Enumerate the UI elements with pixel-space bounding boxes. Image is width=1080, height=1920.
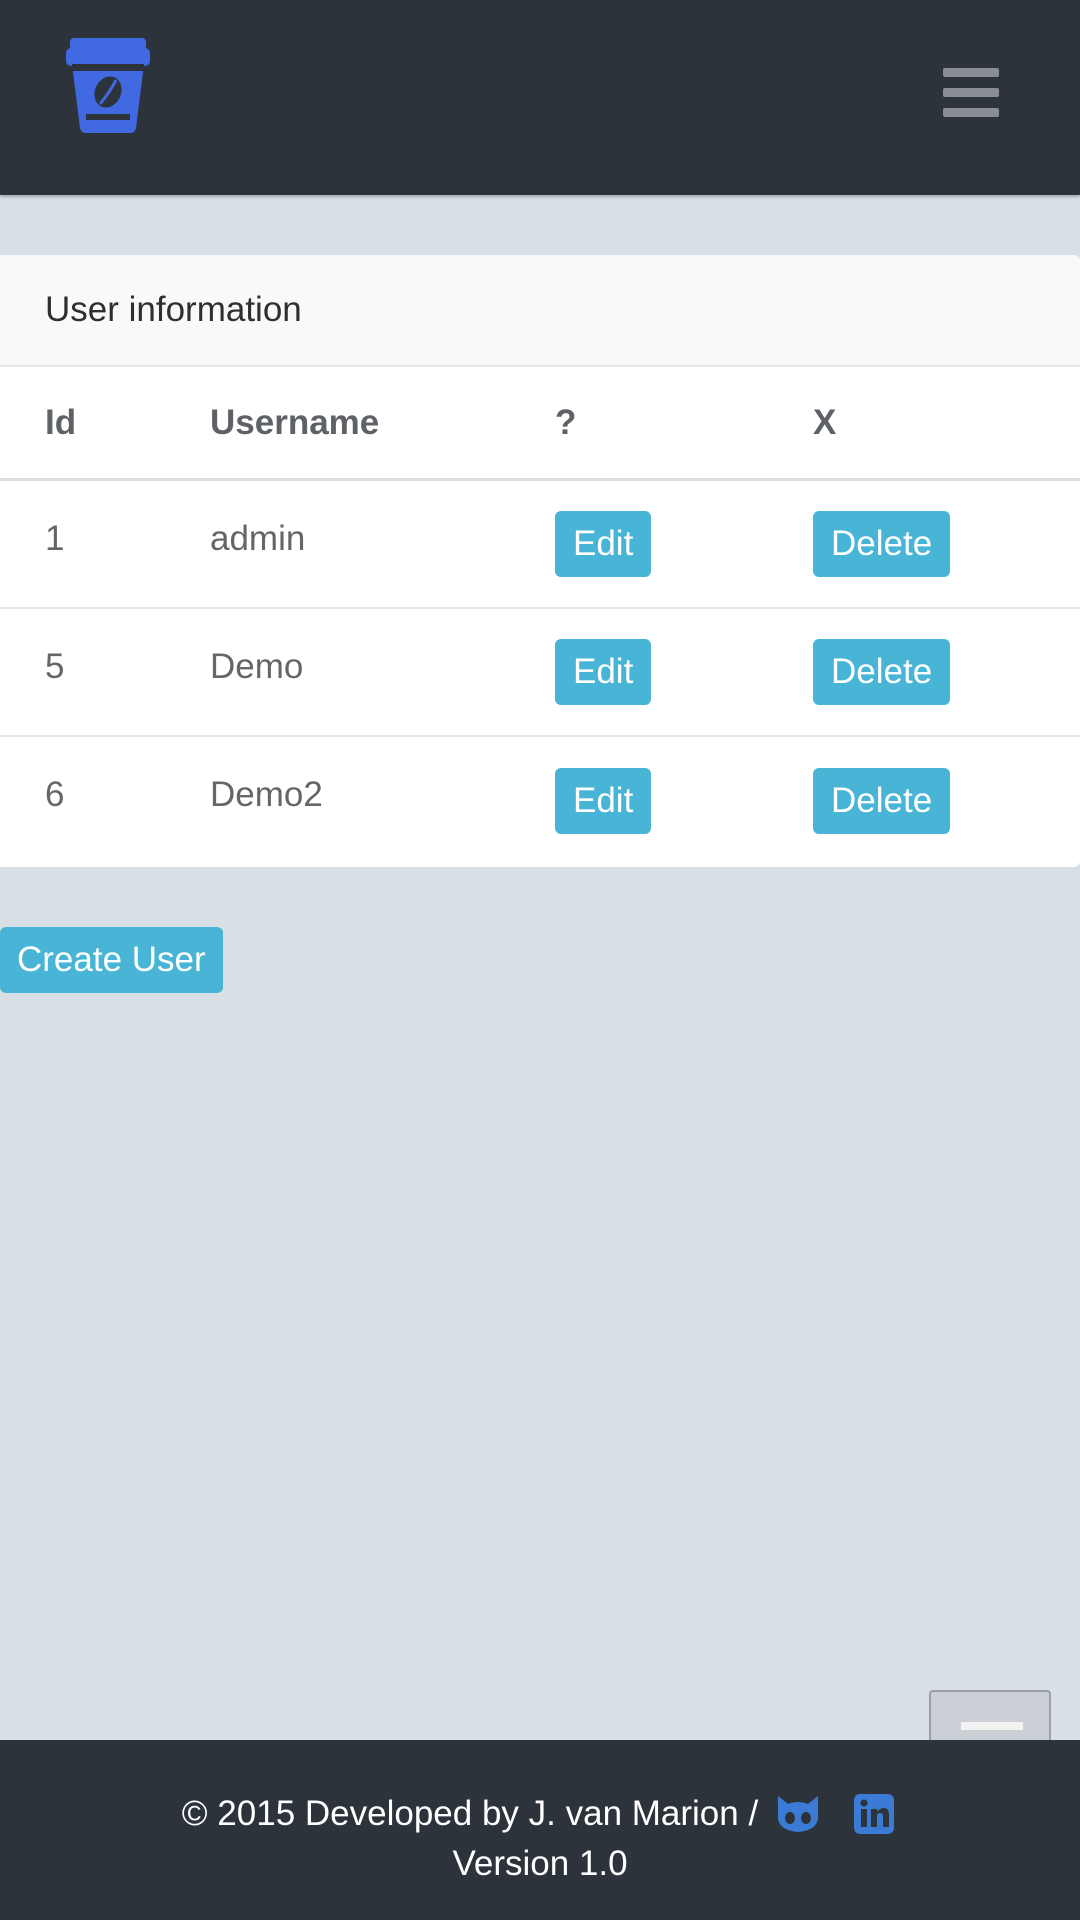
table-header-row: Id Username ? X bbox=[0, 367, 1080, 481]
edit-button[interactable]: Edit bbox=[555, 511, 652, 577]
top-navbar bbox=[0, 0, 1080, 195]
column-header-username: Username bbox=[210, 402, 380, 442]
table-row: 5 Demo Edit Delete bbox=[0, 609, 1080, 737]
linkedin-icon[interactable] bbox=[850, 1792, 898, 1836]
column-header-edit: ? bbox=[555, 402, 577, 442]
table-row: 1 admin Edit Delete bbox=[0, 481, 1080, 609]
row-id: 5 bbox=[45, 647, 65, 686]
github-octocat-icon[interactable] bbox=[774, 1792, 822, 1836]
row-username: admin bbox=[210, 519, 306, 558]
create-user-button[interactable]: Create User bbox=[0, 927, 223, 993]
footer-copyright: © 2015 Developed by J. van Marion / bbox=[181, 1794, 759, 1833]
column-header-delete: X bbox=[813, 402, 837, 442]
panel-title: User information bbox=[0, 255, 1080, 367]
delete-button[interactable]: Delete bbox=[813, 768, 951, 834]
row-username: Demo bbox=[210, 647, 304, 686]
row-id: 1 bbox=[45, 519, 65, 558]
row-username: Demo2 bbox=[210, 775, 323, 814]
edit-button[interactable]: Edit bbox=[555, 639, 652, 705]
footer: © 2015 Developed by J. van Marion / Vers… bbox=[0, 1740, 1080, 1920]
column-header-id: Id bbox=[45, 402, 77, 442]
edit-button[interactable]: Edit bbox=[555, 768, 652, 834]
footer-version: Version 1.0 bbox=[452, 1844, 628, 1883]
delete-button[interactable]: Delete bbox=[813, 639, 951, 705]
delete-button[interactable]: Delete bbox=[813, 511, 951, 577]
table-row: 6 Demo2 Edit Delete bbox=[0, 737, 1080, 865]
hamburger-menu-icon[interactable] bbox=[936, 62, 1006, 124]
coffee-cup-icon[interactable] bbox=[64, 34, 152, 134]
user-information-panel: User information Id Username ? X 1 admin… bbox=[0, 255, 1080, 867]
row-id: 6 bbox=[45, 775, 65, 814]
